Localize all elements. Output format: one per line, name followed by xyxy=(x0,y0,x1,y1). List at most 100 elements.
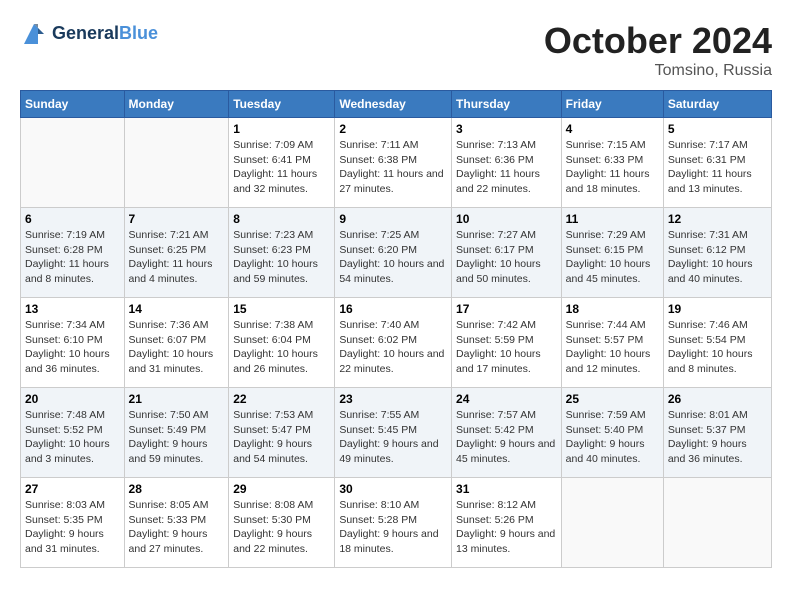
calendar-cell: 10 Sunrise: 7:27 AM Sunset: 6:17 PM Dayli… xyxy=(452,208,562,298)
day-number: 19 xyxy=(668,302,767,316)
day-info: Sunrise: 7:17 AM Sunset: 6:31 PM Dayligh… xyxy=(668,138,767,197)
day-number: 15 xyxy=(233,302,330,316)
day-number: 27 xyxy=(25,482,120,496)
day-info: Sunrise: 7:31 AM Sunset: 6:12 PM Dayligh… xyxy=(668,228,767,287)
calendar-cell: 6 Sunrise: 7:19 AM Sunset: 6:28 PM Daylig… xyxy=(21,208,125,298)
week-row-2: 6 Sunrise: 7:19 AM Sunset: 6:28 PM Daylig… xyxy=(21,208,772,298)
day-number: 22 xyxy=(233,392,330,406)
calendar-cell: 21 Sunrise: 7:50 AM Sunset: 5:49 PM Dayli… xyxy=(124,388,229,478)
day-number: 2 xyxy=(339,122,447,136)
day-number: 21 xyxy=(129,392,225,406)
calendar-cell: 30 Sunrise: 8:10 AM Sunset: 5:28 PM Dayli… xyxy=(335,478,452,568)
calendar-cell: 18Sunrise: 7:44 AM Sunset: 5:57 PM Dayli… xyxy=(561,298,663,388)
day-info: Sunrise: 7:53 AM Sunset: 5:47 PM Dayligh… xyxy=(233,408,330,467)
day-number: 17 xyxy=(456,302,557,316)
calendar-cell: 1 Sunrise: 7:09 AM Sunset: 6:41 PM Daylig… xyxy=(229,118,335,208)
calendar-cell: 3Sunrise: 7:13 AM Sunset: 6:36 PM Daylig… xyxy=(452,118,562,208)
day-number: 6 xyxy=(25,212,120,226)
weekday-header-thursday: Thursday xyxy=(452,91,562,118)
day-info: Sunrise: 7:38 AM Sunset: 6:04 PM Dayligh… xyxy=(233,318,330,377)
day-info: Sunrise: 7:11 AM Sunset: 6:38 PM Dayligh… xyxy=(339,138,447,197)
day-number: 25 xyxy=(566,392,659,406)
day-info: Sunrise: 8:03 AM Sunset: 5:35 PM Dayligh… xyxy=(25,498,120,557)
day-number: 10 xyxy=(456,212,557,226)
calendar-cell: 7Sunrise: 7:21 AM Sunset: 6:25 PM Daylig… xyxy=(124,208,229,298)
calendar-cell: 2 Sunrise: 7:11 AM Sunset: 6:38 PM Daylig… xyxy=(335,118,452,208)
day-number: 26 xyxy=(668,392,767,406)
day-number: 18 xyxy=(566,302,659,316)
week-row-3: 13Sunrise: 7:34 AM Sunset: 6:10 PM Dayli… xyxy=(21,298,772,388)
day-info: Sunrise: 7:29 AM Sunset: 6:15 PM Dayligh… xyxy=(566,228,659,287)
day-info: Sunrise: 7:36 AM Sunset: 6:07 PM Dayligh… xyxy=(129,318,225,377)
day-number: 30 xyxy=(339,482,447,496)
day-info: Sunrise: 7:40 AM Sunset: 6:02 PM Dayligh… xyxy=(339,318,447,377)
calendar-table: SundayMondayTuesdayWednesdayThursdayFrid… xyxy=(20,90,772,568)
calendar-cell: 8 Sunrise: 7:23 AM Sunset: 6:23 PM Daylig… xyxy=(229,208,335,298)
calendar-cell: 23Sunrise: 7:55 AM Sunset: 5:45 PM Dayli… xyxy=(335,388,452,478)
calendar-cell: 17 Sunrise: 7:42 AM Sunset: 5:59 PM Dayli… xyxy=(452,298,562,388)
day-info: Sunrise: 7:50 AM Sunset: 5:49 PM Dayligh… xyxy=(129,408,225,467)
day-number: 29 xyxy=(233,482,330,496)
calendar-cell: 29 Sunrise: 8:08 AM Sunset: 5:30 PM Dayli… xyxy=(229,478,335,568)
weekday-header-wednesday: Wednesday xyxy=(335,91,452,118)
logo: GeneralBlue xyxy=(20,20,158,48)
calendar-cell xyxy=(21,118,125,208)
day-info: Sunrise: 7:27 AM Sunset: 6:17 PM Dayligh… xyxy=(456,228,557,287)
day-info: Sunrise: 8:05 AM Sunset: 5:33 PM Dayligh… xyxy=(129,498,225,557)
calendar-cell: 12 Sunrise: 7:31 AM Sunset: 6:12 PM Dayli… xyxy=(663,208,771,298)
calendar-cell: 22 Sunrise: 7:53 AM Sunset: 5:47 PM Dayli… xyxy=(229,388,335,478)
day-number: 8 xyxy=(233,212,330,226)
day-number: 7 xyxy=(129,212,225,226)
day-info: Sunrise: 7:23 AM Sunset: 6:23 PM Dayligh… xyxy=(233,228,330,287)
calendar-cell: 16 Sunrise: 7:40 AM Sunset: 6:02 PM Dayli… xyxy=(335,298,452,388)
day-number: 28 xyxy=(129,482,225,496)
calendar-cell: 13Sunrise: 7:34 AM Sunset: 6:10 PM Dayli… xyxy=(21,298,125,388)
calendar-cell: 28 Sunrise: 8:05 AM Sunset: 5:33 PM Dayli… xyxy=(124,478,229,568)
week-row-1: 1 Sunrise: 7:09 AM Sunset: 6:41 PM Daylig… xyxy=(21,118,772,208)
day-info: Sunrise: 7:34 AM Sunset: 6:10 PM Dayligh… xyxy=(25,318,120,377)
week-row-4: 20 Sunrise: 7:48 AM Sunset: 5:52 PM Dayli… xyxy=(21,388,772,478)
day-number: 31 xyxy=(456,482,557,496)
day-info: Sunrise: 7:46 AM Sunset: 5:54 PM Dayligh… xyxy=(668,318,767,377)
day-info: Sunrise: 7:42 AM Sunset: 5:59 PM Dayligh… xyxy=(456,318,557,377)
day-number: 20 xyxy=(25,392,120,406)
day-info: Sunrise: 8:08 AM Sunset: 5:30 PM Dayligh… xyxy=(233,498,330,557)
day-number: 9 xyxy=(339,212,447,226)
day-info: Sunrise: 7:25 AM Sunset: 6:20 PM Dayligh… xyxy=(339,228,447,287)
day-info: Sunrise: 7:09 AM Sunset: 6:41 PM Dayligh… xyxy=(233,138,330,197)
day-info: Sunrise: 8:10 AM Sunset: 5:28 PM Dayligh… xyxy=(339,498,447,557)
weekday-header-saturday: Saturday xyxy=(663,91,771,118)
calendar-cell: 5 Sunrise: 7:17 AM Sunset: 6:31 PM Daylig… xyxy=(663,118,771,208)
day-info: Sunrise: 7:19 AM Sunset: 6:28 PM Dayligh… xyxy=(25,228,120,287)
calendar-cell: 14Sunrise: 7:36 AM Sunset: 6:07 PM Dayli… xyxy=(124,298,229,388)
calendar-cell: 27 Sunrise: 8:03 AM Sunset: 5:35 PM Dayli… xyxy=(21,478,125,568)
calendar-cell: 11 Sunrise: 7:29 AM Sunset: 6:15 PM Dayli… xyxy=(561,208,663,298)
day-number: 4 xyxy=(566,122,659,136)
logo-text: GeneralBlue xyxy=(52,24,158,44)
day-number: 1 xyxy=(233,122,330,136)
calendar-cell: 24Sunrise: 7:57 AM Sunset: 5:42 PM Dayli… xyxy=(452,388,562,478)
weekday-header-tuesday: Tuesday xyxy=(229,91,335,118)
location: Tomsino, Russia xyxy=(544,62,772,80)
day-number: 16 xyxy=(339,302,447,316)
logo-icon xyxy=(20,20,48,48)
day-number: 12 xyxy=(668,212,767,226)
day-number: 3 xyxy=(456,122,557,136)
day-info: Sunrise: 7:48 AM Sunset: 5:52 PM Dayligh… xyxy=(25,408,120,467)
day-info: Sunrise: 7:57 AM Sunset: 5:42 PM Dayligh… xyxy=(456,408,557,467)
day-info: Sunrise: 8:01 AM Sunset: 5:37 PM Dayligh… xyxy=(668,408,767,467)
day-number: 11 xyxy=(566,212,659,226)
day-info: Sunrise: 7:15 AM Sunset: 6:33 PM Dayligh… xyxy=(566,138,659,197)
calendar-cell xyxy=(561,478,663,568)
weekday-header-row: SundayMondayTuesdayWednesdayThursdayFrid… xyxy=(21,91,772,118)
calendar-cell: 20 Sunrise: 7:48 AM Sunset: 5:52 PM Dayli… xyxy=(21,388,125,478)
weekday-header-friday: Friday xyxy=(561,91,663,118)
calendar-cell: 31Sunrise: 8:12 AM Sunset: 5:26 PM Dayli… xyxy=(452,478,562,568)
day-info: Sunrise: 7:59 AM Sunset: 5:40 PM Dayligh… xyxy=(566,408,659,467)
calendar-cell: 4 Sunrise: 7:15 AM Sunset: 6:33 PM Daylig… xyxy=(561,118,663,208)
calendar-cell: 26 Sunrise: 8:01 AM Sunset: 5:37 PM Dayli… xyxy=(663,388,771,478)
calendar-cell: 25 Sunrise: 7:59 AM Sunset: 5:40 PM Dayli… xyxy=(561,388,663,478)
day-number: 5 xyxy=(668,122,767,136)
calendar-cell: 9 Sunrise: 7:25 AM Sunset: 6:20 PM Daylig… xyxy=(335,208,452,298)
day-info: Sunrise: 7:55 AM Sunset: 5:45 PM Dayligh… xyxy=(339,408,447,467)
